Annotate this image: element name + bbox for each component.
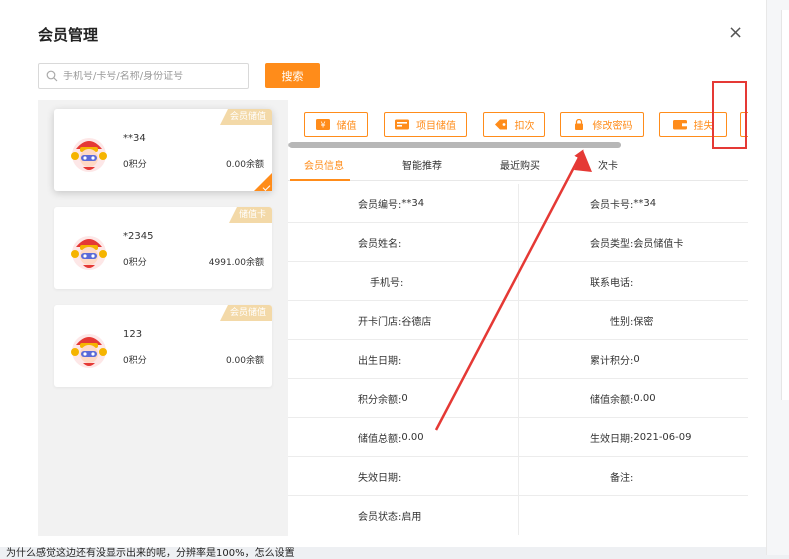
tab-count-card[interactable]: 次卡	[598, 157, 618, 172]
info-row: 开卡门店: 谷德店 性别: 保密	[288, 301, 748, 340]
search-icon	[46, 70, 58, 82]
dialog-title: 会员管理	[38, 26, 99, 44]
info-label: 生效日期:	[590, 434, 634, 445]
info-value: **34	[633, 198, 657, 209]
info-row: 失效日期: 备注:	[288, 457, 748, 496]
info-label: 储值总额:	[358, 434, 402, 445]
report-loss-label: 挂失	[693, 121, 714, 132]
info-value: 启用	[401, 512, 422, 523]
info-row: 储值总额: 0.00 生效日期: 2021-06-09	[288, 418, 748, 457]
member-info-table: 会员编号: **34 会员卡号: **34 会员姓名: 会员类型: 会员储值卡 手机号…	[288, 184, 748, 535]
member-name: *2345	[123, 231, 154, 242]
info-label: 累计积分:	[590, 356, 634, 367]
tab-smart-recommend[interactable]: 智能推荐	[402, 157, 442, 172]
info-label: 备注:	[610, 473, 634, 484]
info-label: 会员姓名:	[358, 239, 402, 250]
info-value: **34	[401, 198, 425, 209]
close-icon[interactable]: ×	[728, 22, 743, 43]
member-type-tag: 会员储值	[219, 305, 272, 321]
info-row: 会员编号: **34 会员卡号: **34	[288, 184, 748, 223]
tab-recent-purchase[interactable]: 最近购买	[500, 157, 540, 172]
info-label: 性别:	[610, 317, 634, 328]
action-toolbar: ¥ 储值 项目储值 扣次 修改密码 挂失	[288, 112, 748, 140]
info-label: 出生日期:	[358, 356, 402, 367]
info-value: 0.00	[633, 393, 656, 404]
project-recharge-button[interactable]: 项目储值	[384, 112, 467, 137]
member-name: 123	[123, 329, 143, 340]
info-label: 会员状态:	[358, 512, 402, 523]
info-row: 积分余额: 0 储值余额: 0.00	[288, 379, 748, 418]
info-row: 会员状态: 启用	[288, 496, 748, 535]
info-value: 谷德店	[401, 317, 432, 328]
member-balance: 0.00余额	[225, 160, 264, 170]
member-points: 0积分	[123, 258, 147, 268]
avatar-icon	[71, 236, 107, 270]
card-icon	[395, 119, 409, 130]
deduct-button[interactable]: 扣次	[483, 112, 545, 137]
info-value: 会员储值卡	[633, 239, 684, 250]
member-card[interactable]: 会员储值 123 0积分 0.00余额	[54, 305, 272, 387]
search-box[interactable]	[38, 63, 249, 89]
background-panel	[766, 0, 789, 555]
member-balance: 0.00余额	[225, 356, 264, 366]
member-points: 0积分	[123, 160, 147, 170]
svg-text:¥: ¥	[320, 121, 325, 130]
caption-text: 为什么感觉这边还有没显示出来的呢，分辨率是100%，怎么设置	[6, 548, 295, 559]
member-balance: 4991.00余额	[208, 258, 264, 268]
lock-icon	[574, 119, 583, 130]
info-label: 开卡门店:	[358, 317, 402, 328]
annotation-highlight-box	[712, 81, 747, 149]
tag-icon	[494, 119, 507, 130]
info-value: 保密	[633, 317, 654, 328]
info-value: 0	[401, 393, 408, 404]
tab-member-info[interactable]: 会员信息	[304, 157, 344, 172]
info-label: 积分余额:	[358, 395, 402, 406]
info-label: 联系电话:	[590, 278, 634, 289]
project-recharge-label: 项目储值	[416, 121, 456, 132]
info-row: 出生日期: 累计积分: 0	[288, 340, 748, 379]
change-password-label: 修改密码	[592, 121, 633, 132]
member-card[interactable]: 储值卡 *2345 0积分 4991.00余额	[54, 207, 272, 289]
search-button[interactable]: 搜索	[265, 63, 320, 88]
recharge-label: 储值	[336, 121, 357, 132]
info-label: 会员编号:	[358, 200, 402, 211]
wallet-icon	[672, 120, 687, 130]
member-card[interactable]: 会员储值 **34 0积分 0.00余额	[54, 109, 272, 191]
member-type-tag: 储值卡	[228, 207, 272, 223]
recharge-button[interactable]: ¥ 储值	[304, 112, 368, 137]
info-label: 会员卡号:	[590, 200, 634, 211]
member-list: 会员储值 **34 0积分 0.00余额 储值卡 *2345 0积分 4991.…	[38, 100, 288, 536]
avatar-icon	[71, 334, 107, 368]
active-tab-indicator	[290, 179, 350, 181]
member-type-tag: 会员储值	[219, 109, 272, 125]
info-label: 手机号:	[370, 278, 404, 289]
info-label: 失效日期:	[358, 473, 402, 484]
member-management-dialog: 会员管理 × 搜索 会员储值 **34 0积分 0.00余额	[0, 0, 766, 547]
member-name: **34	[123, 133, 146, 144]
member-points: 0积分	[123, 356, 147, 366]
search-input[interactable]	[63, 70, 243, 82]
change-password-button[interactable]: 修改密码	[560, 112, 644, 137]
info-label: 会员类型:	[590, 239, 634, 250]
deduct-label: 扣次	[514, 121, 535, 132]
info-label: 储值余额:	[590, 395, 634, 406]
detail-tabs: 会员信息 智能推荐 最近购买 次卡	[288, 148, 748, 181]
info-value: 0.00	[401, 432, 424, 443]
info-value: 2021-06-09	[633, 432, 692, 443]
avatar-icon	[71, 138, 107, 172]
info-value: 0	[633, 354, 640, 365]
info-row: 手机号: 联系电话:	[288, 262, 748, 301]
yen-icon: ¥	[315, 119, 330, 130]
info-row: 会员姓名: 会员类型: 会员储值卡	[288, 223, 748, 262]
